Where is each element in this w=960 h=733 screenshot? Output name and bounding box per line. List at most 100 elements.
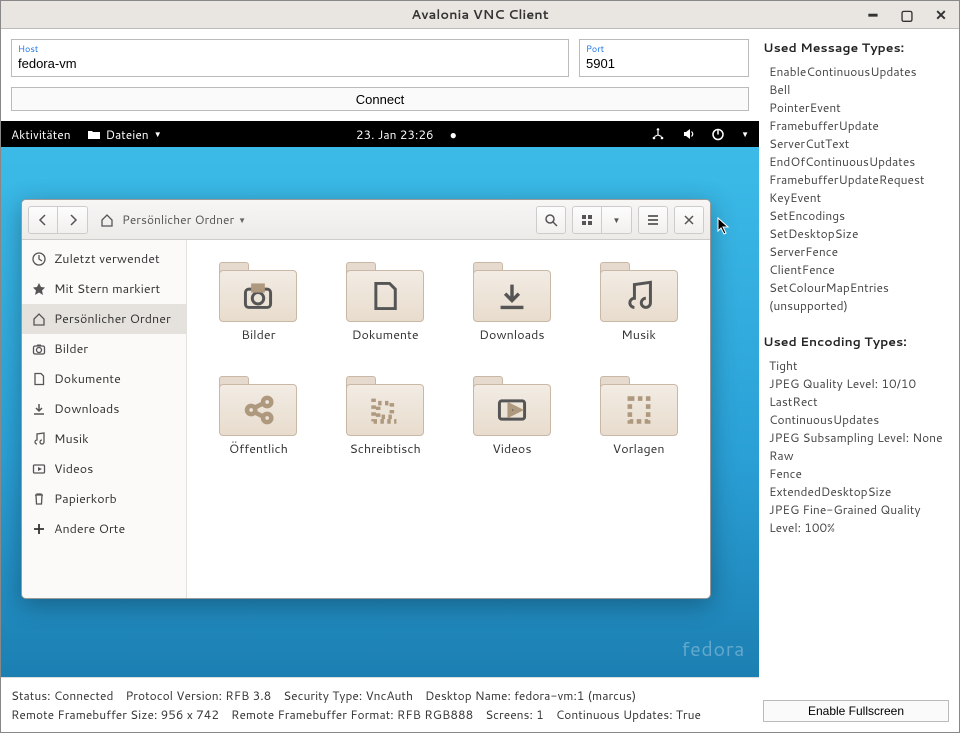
folder-icon — [219, 372, 297, 436]
chevron-right-icon — [66, 213, 80, 227]
host-label: Host — [18, 42, 562, 55]
sidebar-item[interactable]: Andere Orte — [22, 514, 186, 544]
message-types-heading: Used Message Types: — [763, 39, 949, 57]
chevron-down-icon: ▼ — [154, 128, 162, 140]
folder-icon — [473, 258, 551, 322]
sidebar-item-label: Persönlicher Ordner — [54, 310, 171, 328]
status-pair: Remote Framebuffer Format: RFB RGB888 — [231, 706, 473, 723]
camera-icon — [242, 280, 274, 312]
folder-label: Bilder — [241, 326, 275, 344]
folder-label: Musik — [621, 326, 656, 344]
power-icon[interactable] — [711, 127, 725, 141]
sidebar-item[interactable]: Musik — [22, 424, 186, 454]
camera-icon — [32, 342, 46, 356]
folder-item[interactable]: Downloads — [451, 258, 574, 368]
activities-button[interactable]: Aktivitäten — [11, 126, 71, 143]
sidebar-item[interactable]: Zuletzt verwendet — [22, 244, 186, 274]
video-icon — [496, 394, 528, 426]
files-window: Persönlicher Ordner ▼ ▼ Zule — [21, 199, 711, 599]
sidebar-item[interactable]: Dokumente — [22, 364, 186, 394]
folder-item[interactable]: Öffentlich — [197, 372, 320, 482]
list-item: EndOfContinuousUpdates — [769, 153, 949, 171]
star-icon — [32, 282, 46, 296]
port-input[interactable] — [586, 56, 742, 71]
folder-label: Videos — [492, 440, 531, 458]
close-icon — [682, 213, 696, 227]
folder-item[interactable]: Musik — [577, 258, 700, 368]
folder-icon — [600, 258, 678, 322]
status-pair: Continuous Updates: True — [556, 706, 701, 723]
sidebar-item[interactable]: Papierkorb — [22, 484, 186, 514]
download-icon — [496, 280, 528, 312]
path-bar[interactable]: Persönlicher Ordner ▼ — [94, 206, 252, 234]
clock-label[interactable]: 23. Jan 23:26 — [356, 126, 434, 143]
hamburger-button[interactable] — [638, 206, 668, 234]
sound-icon[interactable] — [681, 127, 695, 141]
folder-icon — [346, 258, 424, 322]
remote-screen[interactable]: Aktivitäten Dateien ▼ 23. Jan 23:26 ● — [1, 121, 759, 677]
chevron-down-icon: ▼ — [613, 214, 621, 226]
list-item: ServerCutText — [769, 135, 949, 153]
list-item: PointerEvent — [769, 99, 949, 117]
connect-button[interactable]: Connect — [11, 87, 749, 111]
chevron-down-icon[interactable]: ▼ — [741, 128, 749, 140]
folder-item[interactable]: Videos — [451, 372, 574, 482]
list-item: SetDesktopSize — [769, 225, 949, 243]
trash-icon — [32, 492, 46, 506]
clock-icon — [32, 252, 46, 266]
sidebar-item-label: Zuletzt verwendet — [54, 250, 160, 268]
view-options-button[interactable]: ▼ — [602, 206, 632, 234]
fullscreen-button[interactable]: Enable Fullscreen — [763, 700, 949, 722]
folder-label: Öffentlich — [229, 440, 288, 458]
message-types-list: EnableContinuousUpdatesBellPointerEventF… — [763, 63, 949, 315]
music-icon — [623, 280, 655, 312]
files-grid: Bilder DokumenteDownloads Musik Öffentlich S… — [187, 240, 710, 598]
list-item: JPEG Subsampling Level: None — [769, 429, 949, 447]
search-button[interactable] — [536, 206, 566, 234]
view-grid-button[interactable] — [572, 206, 602, 234]
sidebar-item[interactable]: Mit Stern markiert — [22, 274, 186, 304]
sidebar-item[interactable]: Downloads — [22, 394, 186, 424]
app-window: Avalonia VNC Client ━ ▢ ✕ Host Port Conn… — [0, 0, 960, 733]
list-item: ContinuousUpdates — [769, 411, 949, 429]
nav-back-button[interactable] — [28, 206, 58, 234]
folder-item[interactable]: Schreibtisch — [324, 372, 447, 482]
nav-forward-button[interactable] — [58, 206, 88, 234]
sidebar-item-label: Dokumente — [54, 370, 121, 388]
encoding-types-list: TightJPEG Quality Level: 10/10LastRectCo… — [763, 357, 949, 537]
sidebar-item-label: Musik — [54, 430, 89, 448]
sidebar-item[interactable]: Bilder — [22, 334, 186, 364]
folder-item[interactable]: Dokumente — [324, 258, 447, 368]
network-icon[interactable] — [651, 127, 665, 141]
connection-row: Host Port — [1, 29, 759, 87]
close-button[interactable]: ✕ — [929, 5, 953, 25]
app-menu[interactable]: Dateien ▼ — [87, 126, 162, 143]
port-field-wrap: Port — [579, 39, 749, 77]
folder-app-icon — [87, 127, 101, 141]
list-item: FramebufferUpdate — [769, 117, 949, 135]
home-icon — [32, 312, 46, 326]
search-icon — [544, 213, 558, 227]
titlebar: Avalonia VNC Client ━ ▢ ✕ — [1, 1, 959, 29]
sidebar-item-label: Bilder — [54, 340, 88, 358]
cursor-icon — [717, 217, 731, 235]
maximize-button[interactable]: ▢ — [895, 5, 919, 25]
chevron-left-icon — [36, 213, 50, 227]
list-item: Bell — [769, 81, 949, 99]
folder-item[interactable]: Vorlagen — [577, 372, 700, 482]
encoding-types-heading: Used Encoding Types: — [763, 333, 949, 351]
video-icon — [32, 462, 46, 476]
sidebar-item[interactable]: Persönlicher Ordner — [22, 304, 186, 334]
host-input[interactable] — [18, 56, 562, 71]
sidebar-item-label: Mit Stern markiert — [54, 280, 160, 298]
sidebar-item[interactable]: Videos — [22, 454, 186, 484]
list-item: Fence — [769, 465, 949, 483]
list-item: Tight — [769, 357, 949, 375]
minimize-button[interactable]: ━ — [861, 5, 885, 25]
list-item: EnableContinuousUpdates — [769, 63, 949, 81]
chevron-down-icon: ▼ — [238, 214, 246, 226]
folder-item[interactable]: Bilder — [197, 258, 320, 368]
status-pair: Remote Framebuffer Size: 956 x 742 — [11, 706, 219, 723]
info-panel: Used Message Types: EnableContinuousUpda… — [759, 29, 959, 732]
files-close-button[interactable] — [674, 206, 704, 234]
